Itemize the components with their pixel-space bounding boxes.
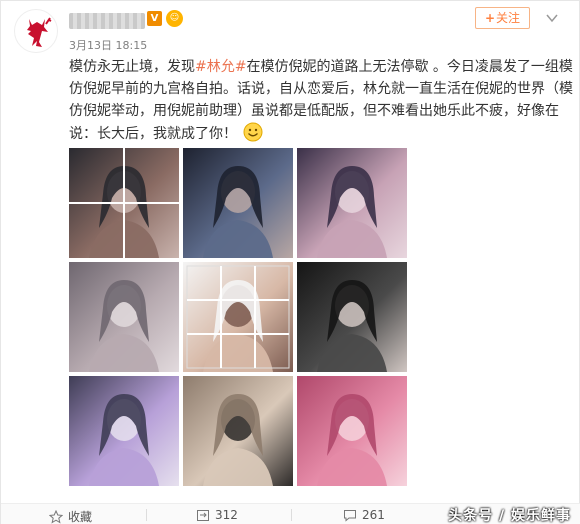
chevron-down-icon[interactable] — [546, 13, 558, 23]
screenshot-grid-photo-5-icon — [183, 262, 293, 372]
photo-thumbnail-8[interactable] — [183, 376, 293, 486]
verified-v-icon: V — [147, 11, 162, 26]
post-text-part1: 模仿永无止境，发现 — [69, 59, 195, 75]
portrait-photo-4-icon — [69, 262, 179, 372]
photo-thumbnail-2[interactable] — [183, 148, 293, 258]
hashtag-link[interactable]: #林允# — [195, 59, 246, 75]
fullbody-photo-7-icon — [69, 376, 179, 486]
comment-icon — [344, 510, 356, 522]
post-content: 模仿永无止境，发现#林允#在模仿倪妮的道路上无法停歇 。今日凌晨发了一组模仿倪妮… — [69, 56, 574, 145]
follow-button[interactable]: +关注 — [475, 7, 530, 29]
pet-photo-8-icon — [183, 376, 293, 486]
collect-button[interactable]: 收藏 — [49, 508, 92, 524]
comment-button[interactable]: 261 — [343, 508, 385, 522]
avatar[interactable] — [14, 9, 58, 53]
weibo-post-card: V ☺ 3月13日 18:15 +关注 模仿永无止境，发现#林允#在模仿倪妮的道… — [0, 0, 580, 524]
action-bar: 收藏 312 261 头条号 / 娱乐鲜事 — [1, 503, 580, 524]
collect-label: 收藏 — [68, 510, 93, 524]
red-devil-logo-icon — [27, 17, 52, 47]
plus-icon: + — [484, 11, 496, 25]
portrait-photo-3-icon — [297, 148, 407, 258]
repost-count: 312 — [215, 508, 238, 522]
divider — [146, 509, 147, 521]
photo-thumbnail-7[interactable] — [69, 376, 179, 486]
member-level-icon: ☺ — [166, 10, 183, 27]
portrait-photo-2-icon — [183, 148, 293, 258]
photo-thumbnail-1[interactable] — [69, 148, 179, 258]
post-timestamp[interactable]: 3月13日 18:15 — [69, 37, 147, 53]
photo-thumbnail-9[interactable] — [297, 376, 407, 486]
repost-icon — [197, 510, 209, 521]
collage-photo-1-icon — [69, 148, 179, 258]
photo-thumbnail-5[interactable] — [183, 262, 293, 372]
follow-label: 关注 — [496, 11, 521, 25]
source-watermark: 头条号 / 娱乐鲜事 — [448, 508, 571, 524]
pink-photo-9-icon — [297, 376, 407, 486]
username-blurred[interactable] — [69, 13, 145, 29]
divider — [291, 509, 292, 521]
star-icon — [49, 509, 63, 524]
comment-count: 261 — [362, 508, 385, 522]
portrait-photo-6-icon — [297, 262, 407, 372]
photo-thumbnail-3[interactable] — [297, 148, 407, 258]
repost-button[interactable]: 312 — [196, 508, 238, 522]
photo-thumbnail-6[interactable] — [297, 262, 407, 372]
smile-emoji-icon — [243, 122, 263, 142]
photo-thumbnail-4[interactable] — [69, 262, 179, 372]
